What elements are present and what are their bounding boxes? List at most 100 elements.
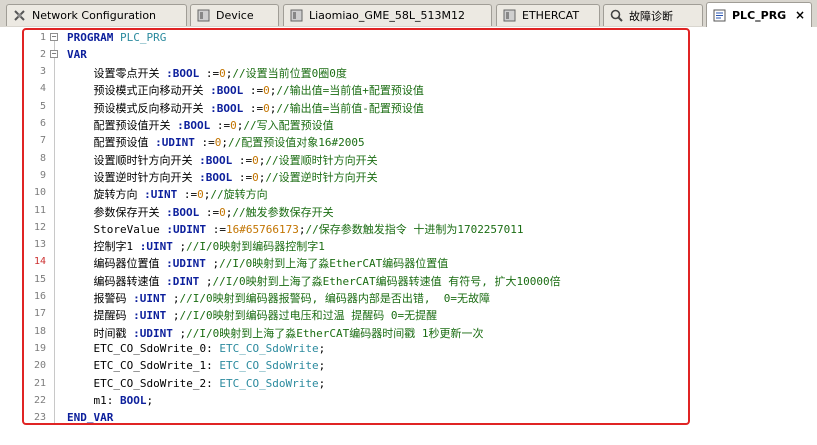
code-text: ETC_CO_SdoWrite_2: ETC_CO_SdoWrite;: [67, 377, 325, 390]
code-token: //I/0映射到编码器报警码, 编码器内部是否出错, 0=无故障: [179, 292, 490, 305]
code-token: ETC_CO_SdoWrite: [219, 376, 319, 390]
tab-network-configuration[interactable]: Network Configuration: [6, 4, 187, 26]
code-text: 旋转方向 :UINT :=0;//旋转方向: [67, 186, 267, 202]
code-line[interactable]: 16 报警码 :UINT ;//I/0映射到编码器报警码, 编码器内部是否出错,…: [0, 288, 817, 305]
line-number: 8: [39, 152, 46, 164]
code-token: :=: [177, 188, 198, 202]
code-token: 0: [252, 170, 259, 184]
code-token: 0: [230, 119, 237, 132]
code-text: 配置预设值开关 :BOOL :=0;//写入配置预设值: [67, 117, 334, 133]
network-config-icon: [14, 10, 25, 21]
code-token: :=: [199, 205, 220, 219]
code-token: ETC_CO_SdoWrite: [219, 359, 319, 373]
code-editor[interactable]: − − 1 PROGRAM PLC_PRG 2 VAR 3 设置零点开关 :BOOL :…: [0, 27, 817, 445]
diagnosis-icon: [610, 9, 623, 22]
tab-ethercat[interactable]: ETHERCAT: [496, 4, 600, 26]
line-number: 14: [33, 256, 46, 268]
code-line[interactable]: 11 参数保存开关 :BOOL :=0;//触发参数保存开关: [0, 202, 817, 219]
code-token: //I/0映射到上海了淼EtherCAT编码器时间戳 1秒更新一次: [186, 326, 484, 340]
code-token: :UDINT: [133, 326, 173, 340]
code-token: m1:: [67, 393, 120, 407]
code-token: ;: [146, 393, 154, 407]
code-line[interactable]: 4 预设模式正向移动开关 :BOOL :=0;//输出值=当前值+配置预设值: [0, 80, 817, 97]
code-line[interactable]: 17 提醒码 :UINT ;//I/0映射到编码器过电压和过温 提醒码 0=无提…: [0, 305, 817, 322]
code-text: VAR: [67, 48, 87, 61]
code-line[interactable]: 18 时间戳 :UDINT ;//I/0映射到上海了淼EtherCAT编码器时间…: [0, 323, 817, 340]
code-token: //触发参数保存开关: [232, 205, 334, 219]
code-text: StoreValue :UDINT :=16#65766173;//保存参数触发…: [67, 221, 523, 237]
code-line[interactable]: 2 VAR: [0, 46, 817, 63]
code-line[interactable]: 19 ETC_CO_SdoWrite_0: ETC_CO_SdoWrite;: [0, 340, 817, 357]
code-token: ;: [205, 257, 220, 271]
code-token: 0: [263, 101, 270, 115]
code-text: ETC_CO_SdoWrite_0: ETC_CO_SdoWrite;: [67, 342, 325, 355]
code-token: //输出值=当前值+配置预设值: [276, 84, 424, 98]
code-token: 旋转方向: [67, 188, 145, 202]
code-token: 设置顺时针方向开关: [67, 153, 200, 167]
code-token: //写入配置预设值: [243, 119, 334, 132]
code-token: 0: [263, 84, 270, 98]
code-line[interactable]: 7 配置预设值 :UDINT :=0;//配置预设值对象16#2005: [0, 132, 817, 149]
code-token: :UINT: [133, 292, 167, 305]
code-token: 0: [252, 153, 259, 167]
code-line[interactable]: 14 编码器位置值 :UDINT ;//I/0映射到上海了淼EtherCAT编码…: [0, 253, 817, 270]
code-text: END_VAR: [67, 411, 113, 424]
code-token: :DINT: [166, 274, 200, 288]
code-line[interactable]: 5 预设模式反向移动开关 :BOOL :=0;//输出值=当前值-配置预设值: [0, 98, 817, 115]
code-token: ETC_CO_SdoWrite_0:: [67, 341, 220, 355]
code-token: :UINT: [144, 188, 178, 202]
code-line[interactable]: 20 ETC_CO_SdoWrite_1: ETC_CO_SdoWrite;: [0, 357, 817, 374]
code-token: :=: [232, 170, 253, 184]
code-token: 预设模式反向移动开关: [67, 101, 211, 115]
code-token: :BOOL: [210, 84, 244, 98]
code-token: 提醒码: [67, 309, 134, 323]
code-line[interactable]: 15 编码器转速值 :DINT ;//I/0映射到上海了淼EtherCAT编码器…: [0, 271, 817, 288]
code-token: 编码器转速值: [67, 274, 167, 288]
tab-liaomiao-device[interactable]: Liaomiao_GME_58L_513M12: [283, 4, 492, 26]
code-line[interactable]: 6 配置预设值开关 :BOOL :=0;//写入配置预设值: [0, 115, 817, 132]
tab-device[interactable]: Device: [190, 4, 279, 26]
tab-label: 故障诊断: [629, 9, 673, 23]
code-token: //I/0映射到上海了淼EtherCAT编码器位置值: [219, 257, 449, 271]
code-text: 编码器位置值 :UDINT ;//I/0映射到上海了淼EtherCAT编码器位置…: [67, 255, 448, 271]
tab-plc-prg[interactable]: PLC_PRG ×: [706, 2, 812, 27]
code-token: //设置顺时针方向开关: [265, 153, 378, 167]
code-text: PROGRAM PLC_PRG: [67, 31, 166, 44]
code-line[interactable]: 10 旋转方向 :UINT :=0;//旋转方向: [0, 184, 817, 201]
code-text: m1: BOOL;: [67, 394, 153, 407]
code-line[interactable]: 12 StoreValue :UDINT :=16#65766173;//保存参…: [0, 219, 817, 236]
code-line[interactable]: 22 m1: BOOL;: [0, 392, 817, 409]
tab-fault-diagnosis[interactable]: 故障诊断: [603, 4, 703, 26]
close-icon[interactable]: ×: [795, 8, 805, 22]
code-token: //I/0映射到编码器控制字1: [186, 240, 325, 254]
code-token: //I/0映射到编码器过电压和过温 提醒码 0=无提醒: [179, 309, 438, 323]
code-token: :=: [243, 84, 264, 98]
code-token: ;: [318, 359, 326, 373]
code-line[interactable]: 13 控制字1 :UINT ;//I/0映射到编码器控制字1: [0, 236, 817, 253]
code-line[interactable]: 23 END_VAR: [0, 409, 817, 426]
code-token: ;: [318, 376, 326, 390]
code-line[interactable]: 8 设置顺时针方向开关 :BOOL :=0;//设置顺时针方向开关: [0, 150, 817, 167]
line-number: 4: [39, 83, 46, 95]
code-line[interactable]: 21 ETC_CO_SdoWrite_2: ETC_CO_SdoWrite;: [0, 375, 817, 392]
code-line[interactable]: 9 设置逆时针方向开关 :BOOL :=0;//设置逆时针方向开关: [0, 167, 817, 184]
tab-label: ETHERCAT: [522, 9, 580, 22]
line-number: 7: [39, 135, 46, 147]
code-token: :=: [232, 153, 253, 167]
code-line[interactable]: 3 设置零点开关 :BOOL :=0;//设置当前位置0圈0度: [0, 63, 817, 80]
code-line[interactable]: 1 PROGRAM PLC_PRG: [0, 29, 817, 46]
code-token: 设置零点开关: [67, 67, 167, 81]
line-number: 5: [39, 100, 46, 112]
code-token: //设置当前位置0圈0度: [232, 67, 347, 81]
code-token: :BOOL: [199, 153, 233, 167]
code-token: VAR: [67, 47, 87, 61]
code-token: 0: [219, 67, 226, 81]
line-number: 17: [33, 308, 46, 320]
code-text: 时间戳 :UDINT ;//I/0映射到上海了淼EtherCAT编码器时间戳 1…: [67, 325, 483, 341]
code-token: END_VAR: [67, 411, 114, 425]
code-text: 提醒码 :UINT ;//I/0映射到编码器过电压和过温 提醒码 0=无提醒: [67, 307, 437, 323]
line-number: 18: [33, 325, 46, 337]
code-token: :=: [199, 67, 220, 81]
line-number: 10: [33, 187, 46, 199]
code-text: 控制字1 :UINT ;//I/0映射到编码器控制字1: [67, 238, 325, 254]
